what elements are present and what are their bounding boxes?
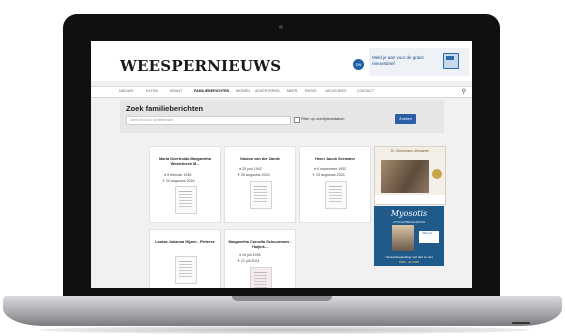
page-title: Zoek familieberichten	[126, 104, 204, 113]
obituary-name: Margaretha Cornelia Schuurmans - Huijink…	[228, 240, 292, 249]
nav-item-meer[interactable]: MEER	[287, 89, 297, 93]
nav-item-extra[interactable]: EXTRA	[146, 89, 158, 93]
obituary-card[interactable]: Maria Geertruida Margaretha Westerbeek M…	[149, 146, 221, 223]
obituary-card[interactable]: Louisa Johanna Gijzen - Pieterse	[149, 229, 221, 288]
filter-checkbox[interactable]	[294, 117, 300, 123]
laptop-screen: WEESPERNIEUWS DN Meld je aan voor de gra…	[91, 41, 472, 288]
obituary-thumbnail[interactable]	[175, 186, 197, 214]
laptop-shadow	[40, 326, 530, 334]
nav-item-nieuws[interactable]: NIEUWS	[119, 89, 133, 93]
obituary-born: ● 6 september 1932	[314, 167, 347, 171]
obituary-thumbnail[interactable]	[325, 181, 347, 209]
nav-item-vacatures[interactable]: VACATURES	[325, 89, 346, 93]
funeral-ad[interactable]: Dr. Dinkemans Uitvaarten	[374, 146, 446, 205]
obituary-name: Gaston van der Zande	[240, 157, 280, 161]
obituary-born: ● 25 juni 1942	[239, 167, 262, 171]
obituary-name: Henri Jacob Seemann	[315, 157, 355, 161]
search-icon[interactable]: ⚲	[462, 88, 466, 95]
nav-item-contact[interactable]: CONTACT	[357, 89, 374, 93]
nav-item-familieberichten[interactable]: FAMILIEBERICHTEN	[194, 89, 229, 93]
laptop-notch	[232, 296, 332, 301]
obituary-name: Maria Geertruida Margaretha Westerbeek M…	[159, 157, 211, 166]
funeral-ad-photo	[381, 160, 429, 193]
laptop-lid: WEESPERNIEUWS DN Meld je aan voor de gra…	[63, 14, 500, 302]
main-nav: NIEUWS EXTRA KRANT FAMILIEBERICHTEN WONE…	[91, 86, 472, 98]
myosotis-ad-title: Myosotis	[390, 209, 428, 218]
funeral-ad-header: Dr. Dinkemans Uitvaarten	[390, 149, 430, 153]
myosotis-ad[interactable]: Myosotis UITVAARTBEGELEIDING Wil mei ...…	[374, 206, 444, 266]
obituary-name: Louisa Johanna Gijzen - Pieterse	[155, 240, 215, 244]
obituary-died: ✝ 21 juli 2024	[237, 259, 260, 263]
myosotis-ad-phone: 0294 - 41 6345	[398, 260, 420, 264]
obituary-thumbnail[interactable]	[250, 181, 272, 209]
site-header: WEESPERNIEUWS DN Meld je aan voor de gra…	[91, 41, 472, 81]
search-button[interactable]: Zoeken	[395, 114, 416, 124]
newsletter-promo[interactable]: Meld je aan voor de gratis nieuwsbrief	[369, 48, 469, 76]
webcam	[279, 25, 283, 29]
filter-label: Filter op overlijdensdatum	[301, 117, 345, 121]
myosotis-ad-tag: Wil mei ...	[419, 231, 439, 243]
newsletter-promo-text: Meld je aan voor de gratis nieuwsbrief	[372, 55, 424, 66]
obituary-died: ✝ 20 augustus 2024	[162, 179, 195, 183]
nav-item-regio[interactable]: REGIO	[305, 89, 317, 93]
site-logo[interactable]: WEESPERNIEUWS	[120, 57, 281, 75]
myosotis-ad-subtitle: UITVAARTBEGELEIDING	[392, 220, 426, 224]
myosotis-ad-footer: Uitvaartbegeleiding met hart en ziel	[385, 255, 433, 259]
search-panel: Zoek familieberichten Zoek inhoud in fam…	[120, 100, 444, 133]
user-badge[interactable]: DN	[353, 59, 364, 70]
obituary-died: ✝ 25 augustus 2024	[237, 173, 270, 177]
obituary-card[interactable]: Gaston van der Zande ● 25 juni 1942 ✝ 25…	[224, 146, 296, 223]
myosotis-ad-photo	[392, 225, 414, 251]
laptop-detail	[512, 322, 530, 324]
nav-item-adverteren[interactable]: ADVERTEREN	[255, 89, 280, 93]
nav-item-krant[interactable]: KRANT	[170, 89, 182, 93]
nav-item-wonen[interactable]: WONEN	[236, 89, 250, 93]
obituary-card[interactable]: Margaretha Cornelia Schuurmans - Huijink…	[224, 229, 296, 288]
search-input[interactable]: Zoek inhoud in familiebericht	[126, 116, 291, 125]
obituary-born: ● 5 februari 1935	[164, 173, 192, 177]
obituary-born: ● 24 juli 1935	[239, 253, 261, 257]
award-seal-icon	[432, 169, 442, 179]
obituary-died: ✝ 23 augustus 2024	[312, 173, 345, 177]
obituary-card[interactable]: Henri Jacob Seemann ● 6 september 1932 ✝…	[299, 146, 371, 223]
obituary-thumbnail[interactable]	[250, 267, 272, 288]
funeral-ad-footer	[375, 195, 445, 204]
newsletter-icon	[443, 53, 459, 69]
obituary-thumbnail[interactable]	[175, 256, 197, 284]
